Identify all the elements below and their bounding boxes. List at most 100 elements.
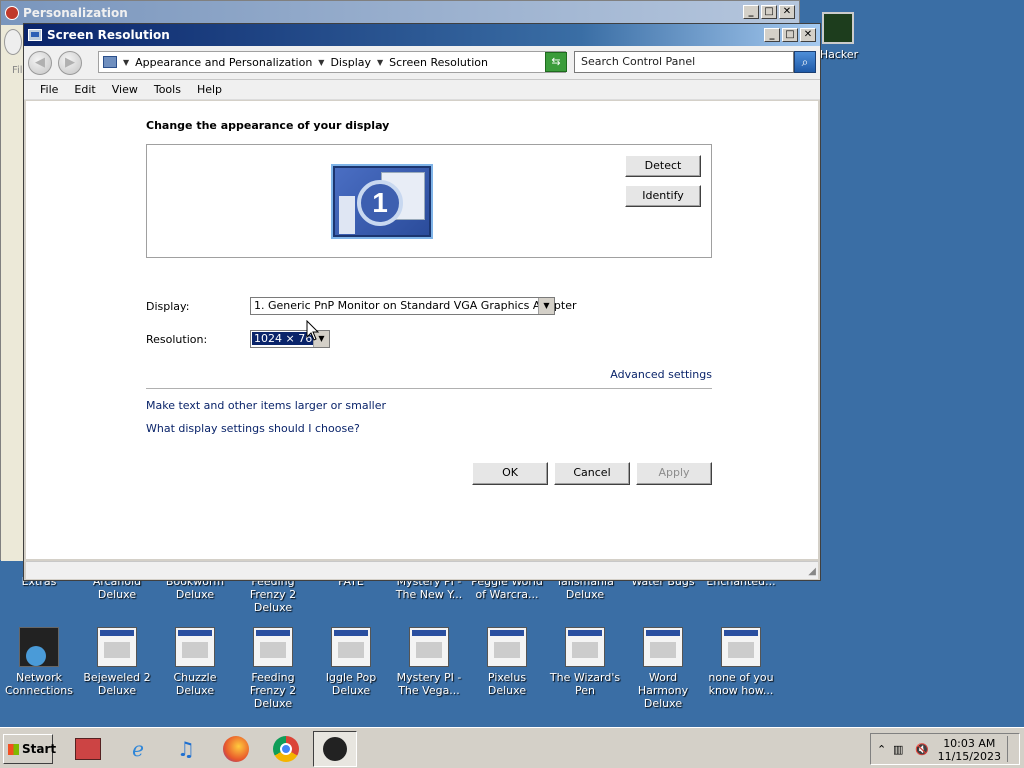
personalization-titlebar[interactable]: Personalization _ □ ✕: [1, 1, 799, 25]
bg-close-button[interactable]: ✕: [779, 5, 795, 19]
search-input[interactable]: Search Control Panel: [574, 51, 794, 73]
desktop-icon-label: Pixelus Deluxe: [487, 671, 527, 697]
display-label: Display:: [146, 300, 190, 313]
network-tray-icon[interactable]: ▥: [893, 743, 903, 756]
desktop-icon-hacker-label: Hacker: [819, 48, 859, 61]
chevron-down-icon[interactable]: ▼: [318, 58, 324, 67]
cancel-button[interactable]: Cancel: [554, 462, 630, 485]
breadcrumb[interactable]: ▼ Appearance and Personalization ▼ Displ…: [98, 51, 566, 73]
window-titlebar[interactable]: Screen Resolution _ □ ✕: [24, 24, 820, 46]
back-button[interactable]: ◀: [28, 50, 52, 75]
identify-button[interactable]: Identify: [625, 185, 701, 207]
screen-resolution-window[interactable]: Screen Resolution _ □ ✕ ◀ ▶ ▼ Appearance…: [23, 23, 821, 581]
desktop-icon-chuzzle[interactable]: Chuzzle Deluxe: [156, 627, 234, 697]
page-title: Change the appearance of your display: [146, 119, 390, 132]
program-icon: [253, 627, 293, 667]
desktop-icon-network[interactable]: Network Connections: [0, 627, 78, 697]
desktop-icon-feeding-frenzy[interactable]: Feeding Frenzy 2 Deluxe: [234, 627, 312, 710]
minimize-button[interactable]: _: [764, 28, 780, 42]
menu-bar: File Edit View Tools Help: [24, 80, 820, 100]
program-icon: [487, 627, 527, 667]
chevron-down-icon[interactable]: ▼: [377, 58, 383, 67]
close-button[interactable]: ✕: [800, 28, 816, 42]
program-icon: [721, 627, 761, 667]
status-bar: ◢: [26, 561, 818, 579]
resize-grip-icon[interactable]: ◢: [808, 566, 816, 577]
taskbar-chrome-icon[interactable]: [264, 731, 308, 767]
desktop-icon-label: Iggle Pop Deluxe: [325, 671, 377, 697]
system-tray: ⌃ ▥ 🔇 10:03 AM 11/15/2023: [870, 733, 1020, 765]
display-icon: [28, 29, 42, 41]
desktop-icon-label: The Wizard's Pen: [549, 671, 621, 697]
desktop-icon-label: Bejeweled 2 Deluxe: [83, 671, 151, 697]
program-icon: [97, 627, 137, 667]
program-icon: [175, 627, 215, 667]
bg-maximize-button[interactable]: □: [761, 5, 777, 19]
desktop-icon-word-harmony[interactable]: Word Harmony Deluxe: [624, 627, 702, 710]
mouse-cursor-icon: [306, 320, 320, 341]
monitor-panel-graphic: [339, 196, 355, 234]
personalization-icon: [5, 6, 19, 20]
desktop-icon-label: Feeding Frenzy 2 Deluxe: [249, 671, 297, 710]
breadcrumb-item[interactable]: Appearance and Personalization: [135, 56, 312, 69]
refresh-button[interactable]: ⇆: [545, 52, 567, 72]
resolution-label: Resolution:: [146, 333, 208, 346]
chevron-down-icon[interactable]: ▼: [538, 298, 554, 314]
monitor-1-icon[interactable]: 1: [331, 164, 433, 239]
breadcrumb-item[interactable]: Screen Resolution: [389, 56, 488, 69]
menu-edit[interactable]: Edit: [66, 83, 103, 96]
desktop-icon-none-of-you[interactable]: none of you know how...: [702, 627, 780, 697]
menu-view[interactable]: View: [104, 83, 146, 96]
maximize-button[interactable]: □: [782, 28, 798, 42]
program-icon: [565, 627, 605, 667]
control-panel-icon: [103, 56, 117, 68]
taskbar-control-panel-icon[interactable]: [313, 731, 357, 767]
display-help-link[interactable]: What display settings should I choose?: [146, 422, 360, 435]
desktop-icon-label: Mystery PI - The Vega...: [396, 671, 462, 697]
menu-help[interactable]: Help: [189, 83, 230, 96]
divider: [146, 388, 712, 389]
chevron-down-icon[interactable]: ▼: [123, 58, 129, 67]
ok-button[interactable]: OK: [472, 462, 548, 485]
volume-muted-icon[interactable]: 🔇: [915, 743, 929, 756]
menu-file[interactable]: File: [32, 83, 66, 96]
clock[interactable]: 10:03 AM 11/15/2023: [938, 737, 1001, 763]
bg-minimize-button[interactable]: _: [743, 5, 759, 19]
start-button[interactable]: Start: [3, 734, 56, 764]
desktop-icon-bejeweled[interactable]: Bejeweled 2 Deluxe: [78, 627, 156, 697]
tray-expand-icon[interactable]: ⌃: [877, 743, 886, 756]
display-select-value: 1. Generic PnP Monitor on Standard VGA G…: [254, 299, 577, 312]
taskbar-ie-icon[interactable]: ℯ: [116, 731, 160, 767]
show-desktop-button[interactable]: [1007, 736, 1017, 762]
detect-button[interactable]: Detect: [625, 155, 701, 177]
personalization-side-panel: Fil: [1, 25, 25, 561]
bg-back-button[interactable]: [4, 29, 22, 55]
desktop-icon-pixelus[interactable]: Pixelus Deluxe: [468, 627, 546, 697]
personalization-title: Personalization: [23, 6, 128, 20]
advanced-settings-link[interactable]: Advanced settings: [610, 368, 712, 381]
hacker-icon: [822, 12, 854, 44]
desktop-icon-wizards-pen[interactable]: The Wizard's Pen: [546, 627, 624, 697]
monitor-preview-box: 1 Detect Identify: [146, 144, 712, 258]
apply-button[interactable]: Apply: [636, 462, 712, 485]
desktop-icon-row-clipped: Extras Arcanoid Deluxe Bookworm Deluxe F…: [0, 575, 820, 615]
program-icon: [643, 627, 683, 667]
bg-menu-file[interactable]: Fil: [12, 65, 23, 76]
clock-time: 10:03 AM: [943, 737, 996, 750]
forward-button[interactable]: ▶: [58, 50, 82, 75]
taskbar-explorer-icon[interactable]: [66, 731, 110, 767]
taskbar-firefox-icon[interactable]: [214, 731, 258, 767]
search-icon[interactable]: ⌕: [794, 51, 816, 73]
desktop-icon-label: Chuzzle Deluxe: [173, 671, 217, 697]
desktop-icon-iggle-pop[interactable]: Iggle Pop Deluxe: [312, 627, 390, 697]
clock-date: 11/15/2023: [937, 750, 1001, 763]
breadcrumb-item[interactable]: Display: [330, 56, 371, 69]
text-size-link[interactable]: Make text and other items larger or smal…: [146, 399, 386, 412]
taskbar-music-icon[interactable]: ♫: [164, 731, 208, 767]
display-select[interactable]: 1. Generic PnP Monitor on Standard VGA G…: [250, 297, 577, 315]
desktop-icon-label: Word Harmony Deluxe: [637, 671, 689, 710]
monitor-number: 1: [357, 180, 403, 226]
menu-tools[interactable]: Tools: [146, 83, 189, 96]
program-icon: [331, 627, 371, 667]
desktop-icon-mystery-pi[interactable]: Mystery PI - The Vega...: [390, 627, 468, 697]
